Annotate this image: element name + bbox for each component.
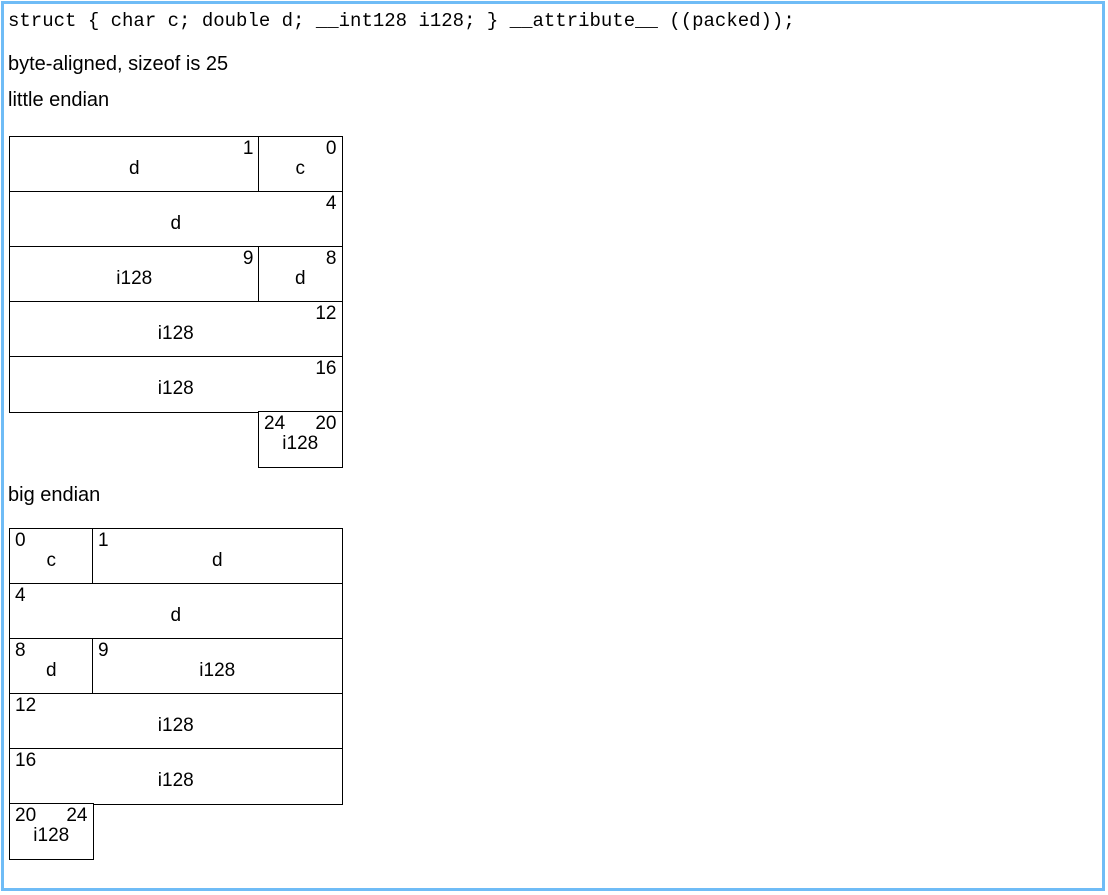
byte-offset: 16 <box>15 750 36 772</box>
byte-offset: 0 <box>326 138 337 160</box>
byte-offset: 4 <box>15 585 26 607</box>
byte-offset: 8 <box>15 640 26 662</box>
byte-offset: 0 <box>15 530 26 552</box>
byte-cell-little-endian-d-8: 8d <box>258 246 343 303</box>
byte-offset: 8 <box>326 248 337 270</box>
byte-cell-little-endian-c-0: 0c <box>258 136 343 193</box>
field-label: i128 <box>259 433 342 455</box>
byte-layout-table-big-endian: 0c1d4d8d9i12812i12816i1282024i128 <box>9 528 343 860</box>
byte-offset: 4 <box>326 193 337 215</box>
field-label: i128 <box>10 323 342 345</box>
struct-declaration-code: struct { char c; double d; __int128 i128… <box>8 9 795 33</box>
byte-cell-big-endian-i128-12: 12i128 <box>9 693 343 750</box>
byte-cell-little-endian-d-4: 4d <box>9 191 343 248</box>
byte-offset: 20 <box>315 413 336 435</box>
byte-offset: 1 <box>98 530 109 552</box>
section-label-little-endian: little endian <box>8 88 109 112</box>
byte-offset: 9 <box>98 640 109 662</box>
byte-offset: 1 <box>243 138 254 160</box>
byte-offset: 16 <box>315 358 336 380</box>
byte-cell-little-endian-i128-20: 20 24i128 <box>258 411 343 468</box>
byte-cell-big-endian-d-4: 4d <box>9 583 343 640</box>
byte-cell-big-endian-i128-20: 20 24i128 <box>9 803 94 860</box>
byte-cell-little-endian-i128-16: 16i128 <box>9 356 343 413</box>
byte-offset: 20 <box>15 805 36 827</box>
field-label: d <box>93 550 342 572</box>
byte-offset-end: 24 <box>66 805 87 827</box>
byte-cell-little-endian-i128-12: 12i128 <box>9 301 343 358</box>
byte-cell-big-endian-i128-16: 16i128 <box>9 748 343 805</box>
byte-cell-big-endian-d-8: 8d <box>9 638 94 695</box>
field-label: i128 <box>10 715 342 737</box>
sizeof-note: byte-aligned, sizeof is 25 <box>8 52 228 76</box>
byte-offset-end: 24 <box>264 413 285 435</box>
field-label: d <box>10 213 342 235</box>
field-label: d <box>10 660 93 682</box>
byte-offset: 12 <box>15 695 36 717</box>
field-label: d <box>10 605 342 627</box>
field-label: i128 <box>93 660 342 682</box>
field-label: i128 <box>10 268 259 290</box>
field-label: i128 <box>10 770 342 792</box>
field-label: d <box>259 268 342 290</box>
byte-cell-big-endian-c-0: 0c <box>9 528 94 585</box>
field-label: d <box>10 158 259 180</box>
field-label: i128 <box>10 825 93 847</box>
section-label-big-endian: big endian <box>8 483 100 507</box>
byte-cell-little-endian-d-1: 1d <box>9 136 260 193</box>
byte-offset: 12 <box>315 303 336 325</box>
byte-cell-little-endian-i128-9: 9i128 <box>9 246 260 303</box>
field-label: c <box>10 550 93 572</box>
field-label: c <box>259 158 342 180</box>
byte-cell-big-endian-d-1: 1d <box>92 528 343 585</box>
field-label: i128 <box>10 378 342 400</box>
byte-cell-big-endian-i128-9: 9i128 <box>92 638 343 695</box>
byte-layout-table-little-endian: 1d0c4d9i1288d12i12816i1282024i128 <box>9 136 343 468</box>
byte-offset: 9 <box>243 248 254 270</box>
